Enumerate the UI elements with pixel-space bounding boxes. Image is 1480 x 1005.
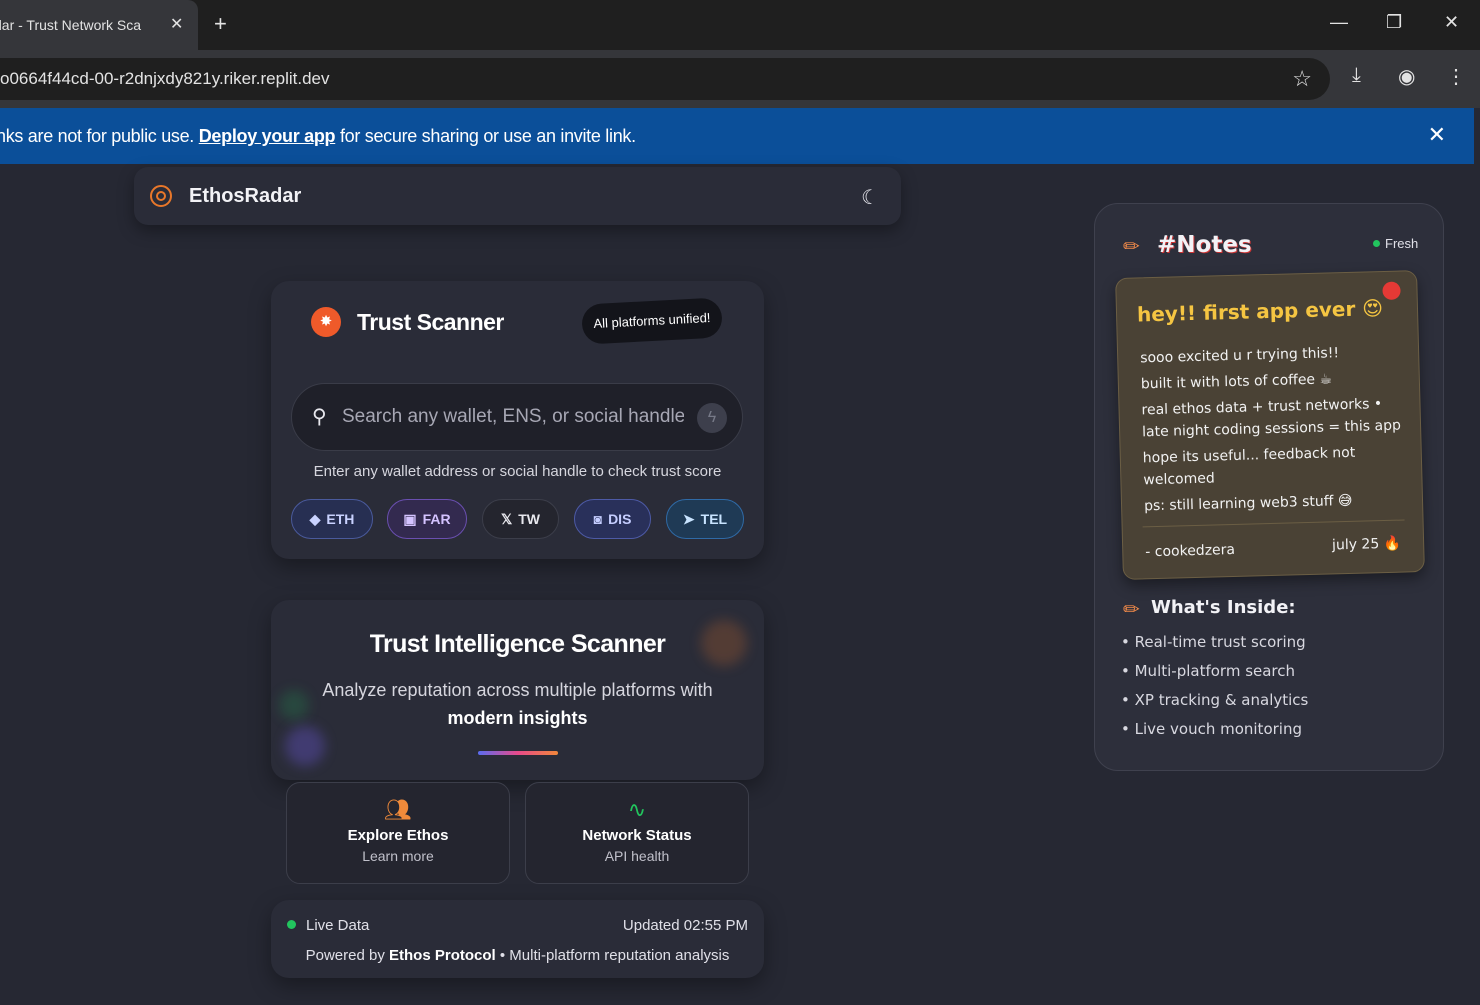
pencil-icon: ✏	[1123, 599, 1140, 621]
radar-logo-icon	[150, 185, 172, 207]
pencil-icon: ✏	[1123, 236, 1140, 258]
close-banner-icon[interactable]: ✕	[1428, 122, 1446, 148]
powered-by: Powered by Ethos Protocol • Multi-platfo…	[305, 947, 730, 964]
decor-glow-purple	[285, 726, 325, 766]
notes-title: #Notes	[1157, 232, 1252, 258]
tile-title: Explore Ethos	[347, 827, 449, 844]
ethos-protocol-link[interactable]: Ethos Protocol	[389, 947, 496, 964]
explore-ethos-tile[interactable]: 👥︎ Explore Ethos Learn more	[286, 782, 510, 884]
sticky-line: sooo excited u r trying this!!	[1140, 345, 1340, 367]
address-toolbar: o0664f44cd-00-r2dnjxdy821y.riker.replit.…	[0, 50, 1480, 108]
intelligence-card: Trust Intelligence Scanner Analyze reput…	[271, 600, 764, 780]
sticky-note: hey!! first app ever 😍 sooo excited u r …	[1115, 270, 1425, 580]
dev-url-banner: nks are not for public use. Deploy your …	[0, 108, 1474, 164]
telegram-icon: ➤	[682, 511, 695, 527]
notes-panel: ✏ #Notes Fresh hey!! first app ever 😍 so…	[1094, 203, 1444, 771]
live-label: Live Data	[306, 917, 370, 934]
sticky-line: late night coding sessions = this app	[1141, 417, 1402, 441]
minimize-icon[interactable]: —	[1330, 12, 1348, 33]
sticky-line: welcomed	[1143, 470, 1215, 489]
activity-icon: ∿	[627, 797, 647, 822]
close-tab-icon[interactable]: ✕	[170, 14, 183, 34]
scan-bolt-button[interactable]: ϟ	[697, 403, 727, 433]
sticky-line: built it with lots of coffee ☕	[1140, 371, 1333, 393]
search-icon: ⚲	[312, 406, 327, 428]
sticky-line: ps: still learning web3 stuff 😅	[1143, 492, 1353, 515]
inside-item: • Real-time trust scoring	[1121, 633, 1306, 651]
close-window-icon[interactable]: ✕	[1444, 12, 1459, 33]
sticky-signature: - cookedzera	[1145, 541, 1236, 561]
users-icon: 👥︎	[384, 797, 412, 822]
platform-eth-button[interactable]: ◆ ETH	[291, 499, 373, 539]
download-icon[interactable]: ⤓	[1352, 64, 1361, 87]
status-footer: Live Data Updated 02:55 PM Powered by Et…	[271, 900, 764, 978]
inside-item: • Live vouch monitoring	[1121, 720, 1302, 738]
tile-subtitle: Learn more	[362, 848, 434, 864]
ethereum-icon: ◆	[309, 511, 321, 527]
banner-message: nks are not for public use. Deploy your …	[0, 126, 636, 146]
updated-time: Updated 02:55 PM	[622, 917, 748, 934]
fresh-status-dot	[1373, 240, 1380, 247]
tab-title: dar - Trust Network Sca	[0, 17, 142, 33]
inside-item: • Multi-platform search	[1121, 662, 1296, 680]
restore-icon[interactable]: ❐	[1386, 12, 1402, 33]
sticky-line: real ethos data + trust networks •	[1141, 396, 1383, 419]
decor-glow-green	[279, 690, 309, 720]
gradient-divider	[478, 751, 558, 755]
inside-item: • XP tracking & analytics	[1121, 691, 1309, 709]
intel-subtitle: Analyze reputation across multiple platf…	[322, 680, 713, 728]
sticky-date: july 25 🔥	[1331, 535, 1402, 554]
deploy-link[interactable]: Deploy your app	[199, 126, 336, 146]
network-status-tile[interactable]: ∿ Network Status API health	[525, 782, 749, 884]
search-box[interactable]: ⚲ ϟ	[291, 383, 743, 451]
x-icon: 𝕏	[500, 511, 513, 527]
sticky-heading: hey!! first app ever 😍	[1136, 296, 1384, 327]
discord-icon: ◙	[593, 511, 603, 527]
menu-kebab-icon[interactable]: ⋮	[1446, 64, 1466, 89]
sticky-divider	[1142, 519, 1405, 528]
search-hint: Enter any wallet address or social handl…	[313, 463, 722, 480]
browser-tab-strip: dar - Trust Network Sca ✕ + — ❐ ✕	[0, 0, 1480, 50]
trust-scanner-card: ✸ Trust Scanner All platforms unified! ⚲…	[271, 281, 764, 559]
omnibox[interactable]: o0664f44cd-00-r2dnjxdy821y.riker.replit.…	[0, 58, 1330, 100]
live-indicator-dot	[287, 920, 296, 929]
bookmark-star-icon[interactable]: ☆	[1292, 66, 1312, 92]
farcaster-icon: ▣	[403, 511, 417, 527]
whats-inside-title: What's Inside:	[1151, 597, 1296, 618]
fresh-status: Fresh	[1385, 236, 1419, 251]
platform-dis-button[interactable]: ◙ DIS	[574, 499, 651, 539]
platform-far-button[interactable]: ▣ FAR	[387, 499, 467, 539]
platform-tel-button[interactable]: ➤ TEL	[666, 499, 744, 539]
profile-icon[interactable]: ◉	[1398, 64, 1415, 89]
search-input[interactable]	[342, 400, 684, 434]
unified-badge: All platforms unified!	[581, 297, 723, 345]
tile-subtitle: API health	[604, 848, 670, 864]
intel-title: Trust Intelligence Scanner	[369, 630, 666, 658]
platform-tw-button[interactable]: 𝕏 TW	[482, 499, 559, 539]
app-navbar: EthosRadar ☾	[134, 167, 901, 225]
sticky-line: hope its useful... feedback not	[1142, 444, 1356, 467]
tile-title: Network Status	[582, 827, 692, 844]
url-text[interactable]: o0664f44cd-00-r2dnjxdy821y.riker.replit.…	[0, 69, 330, 89]
new-tab-icon[interactable]: +	[214, 11, 227, 37]
pin-dot	[1382, 281, 1401, 301]
theme-toggle-moon-icon[interactable]: ☾	[861, 185, 879, 210]
scanner-title: Trust Scanner	[357, 309, 504, 335]
brand-name[interactable]: EthosRadar	[189, 185, 301, 208]
browser-tab[interactable]: dar - Trust Network Sca ✕	[0, 0, 198, 50]
sparkle-icon: ✸	[311, 307, 341, 337]
